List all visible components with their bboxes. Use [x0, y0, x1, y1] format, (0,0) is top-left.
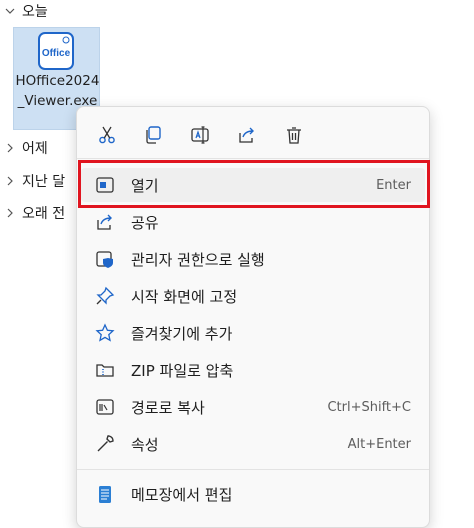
menu-separator — [77, 158, 429, 159]
menu-item-label: 관리자 권한으로 실행 — [131, 250, 265, 269]
menu-item-label: 속성 — [131, 435, 159, 454]
group-label: 오늘 — [22, 4, 48, 20]
group-label: 지난 달 — [22, 174, 66, 190]
zip-icon — [95, 360, 115, 380]
hoffice-app-icon: Office — [38, 32, 74, 70]
shield-icon — [95, 249, 115, 269]
chevron-right-icon — [4, 142, 16, 154]
menu-item-label: 공유 — [131, 213, 159, 232]
group-today[interactable]: 오늘 — [4, 0, 48, 22]
menu-item-properties[interactable]: 속성 Alt+Enter — [81, 427, 425, 461]
file-name: HOffice2024_Viewer.exe — [15, 73, 100, 109]
menu-item-label: 메모장에서 편집 — [131, 485, 233, 504]
pin-icon — [95, 286, 115, 306]
menu-separator — [77, 469, 429, 470]
menu-item-label: 경로로 복사 — [131, 398, 205, 417]
trash-icon — [287, 127, 301, 144]
highlight-box — [78, 160, 430, 208]
menu-item-compress-zip[interactable]: ZIP 파일로 압축 — [81, 353, 425, 387]
menu-item-label: ZIP 파일로 압축 — [131, 361, 234, 380]
group-label: 어제 — [22, 141, 48, 157]
quick-action-bar — [77, 115, 429, 155]
menu-item-pin-to-start[interactable]: 시작 화면에 고정 — [81, 279, 425, 313]
group-last-month[interactable]: 지난 달 — [4, 170, 65, 192]
menu-item-share[interactable]: 공유 — [81, 205, 425, 239]
menu-item-shortcut: Alt+Enter — [347, 436, 411, 452]
menu-item-label: 즐겨찾기에 추가 — [131, 324, 233, 343]
chevron-down-icon — [4, 5, 16, 17]
menu-item-label: 시작 화면에 고정 — [131, 287, 238, 306]
path-icon — [95, 397, 115, 417]
menu-item-run-as-admin[interactable]: 관리자 권한으로 실행 — [81, 242, 425, 276]
scissors-icon — [99, 126, 115, 144]
menu-item-add-to-favorites[interactable]: 즐겨찾기에 추가 — [81, 316, 425, 350]
chevron-right-icon — [4, 207, 16, 219]
delete-button[interactable] — [278, 119, 310, 151]
copy-icon — [146, 126, 161, 144]
rename-icon — [191, 126, 209, 144]
share-icon — [239, 127, 254, 143]
menu-item-edit-in-notepad[interactable]: 메모장에서 편집 — [81, 477, 425, 511]
group-yesterday[interactable]: 어제 — [4, 137, 48, 159]
share-icon — [95, 212, 115, 232]
notepad-icon — [95, 484, 115, 504]
group-long-ago[interactable]: 오래 전 — [4, 202, 65, 224]
icon-text: Office — [42, 48, 71, 59]
rename-button[interactable] — [184, 119, 216, 151]
copy-button[interactable] — [137, 119, 169, 151]
cut-button[interactable] — [91, 119, 123, 151]
share-button[interactable] — [231, 119, 263, 151]
group-label: 오래 전 — [22, 206, 66, 222]
menu-item-copy-as-path[interactable]: 경로로 복사 Ctrl+Shift+C — [81, 390, 425, 424]
star-icon — [95, 323, 115, 343]
chevron-right-icon — [4, 175, 16, 187]
wrench-icon — [95, 434, 115, 454]
menu-item-shortcut: Ctrl+Shift+C — [327, 399, 411, 415]
